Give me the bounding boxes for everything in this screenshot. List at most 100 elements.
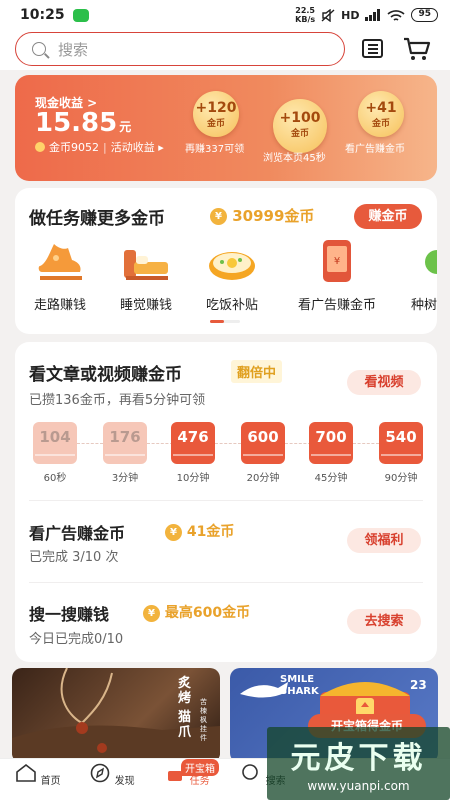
task-item-meal[interactable]: 吃饭补贴	[197, 236, 267, 313]
search-task-coin-value: 最高600金币	[164, 605, 251, 621]
bed-icon	[120, 236, 172, 288]
search-icon	[242, 764, 259, 780]
task-item-sleep[interactable]: 睡觉赚钱	[111, 236, 181, 313]
watermark-text: 元皮下载	[290, 741, 427, 776]
coin-total-value: 30999金币	[232, 207, 315, 225]
coin-bubble-2[interactable]: +100 金币	[273, 99, 327, 153]
nav-label: 发现	[114, 776, 135, 787]
promo-banner-left[interactable]: 炙烤 猫爪 苦楝枫挂件	[12, 668, 220, 763]
step-connector	[77, 443, 103, 444]
task-item-label: 走路赚钱	[33, 298, 86, 313]
svg-text:¥: ¥	[334, 256, 340, 267]
network-type-label: HD	[341, 8, 360, 22]
banner-left-side-text: 苦楝枫挂件	[200, 698, 207, 742]
double-badge: 翻倍中	[231, 360, 283, 383]
status-indicators: 22.5 KB/s HD 95	[295, 6, 438, 24]
bubble-caption-2: 浏览本页45秒	[263, 153, 326, 164]
bubble-unit: 金币	[206, 119, 225, 129]
watermark: 元皮下载 www.yuanpi.com	[267, 727, 450, 800]
activity-earnings-link[interactable]: 活动收益 ▸	[111, 139, 164, 155]
coin-icon	[35, 142, 45, 152]
divider	[29, 500, 423, 501]
step-connector	[353, 443, 379, 444]
reward-step-4[interactable]: 600 20分钟	[241, 422, 285, 484]
search-placeholder: 搜索	[58, 40, 89, 59]
cart-icon[interactable]	[403, 36, 431, 62]
meal-icon	[206, 236, 258, 288]
treasure-badge[interactable]: 开宝箱	[181, 759, 219, 776]
network-speed: 22.5 KB/s	[295, 6, 315, 24]
task-item-ads[interactable]: ¥ 看广告赚金币	[287, 236, 387, 313]
bubble-value: +41	[365, 100, 397, 116]
task-card-title: 做任务赚更多金币	[29, 209, 165, 229]
earn-coins-button[interactable]: 赚金币	[354, 204, 422, 229]
reward-step-box: 476	[171, 422, 215, 464]
article-progress-text: 已攒136金币，再看5分钟可领	[29, 393, 206, 408]
signal-icon	[365, 9, 381, 21]
coin-icon: ¥	[143, 604, 160, 622]
step-connector	[147, 443, 173, 444]
bubble-caption-3: 看广告赚金币	[345, 144, 405, 155]
wifi-icon	[387, 9, 406, 21]
reward-step-1[interactable]: 104 60秒	[33, 422, 77, 484]
reward-step-box: 176	[103, 422, 147, 464]
wechat-notification-icon	[72, 8, 89, 22]
earnings-card[interactable]: 现金收益 > 15.85 元 金币9052 | 活动收益 ▸ +120 金币 再赚…	[15, 75, 437, 181]
task-item-label: 睡觉赚钱	[119, 298, 172, 313]
coin-bubble-1[interactable]: +120 金币	[193, 91, 239, 137]
nav-label: 首页	[40, 776, 61, 787]
reward-step-time: 3分钟	[111, 473, 139, 484]
reward-step-time: 10分钟	[176, 473, 210, 484]
divider: |	[103, 140, 107, 154]
task-item-label: 吃饭补贴	[205, 298, 258, 313]
nav-label: 任务	[189, 776, 210, 787]
go-search-button[interactable]: 去搜索	[347, 609, 421, 634]
tree-icon	[421, 236, 437, 288]
article-card: 看文章或视频赚金币 翻倍中 已攒136金币，再看5分钟可领 看视频 104 60…	[15, 342, 437, 662]
ad-task-coin-value: 41金币	[186, 524, 235, 540]
coin-total: ¥ 30999金币	[210, 205, 314, 226]
status-time: 10:25	[20, 7, 65, 23]
search-input[interactable]: 搜索	[15, 32, 345, 66]
reward-step-time: 90分钟	[384, 473, 418, 484]
claim-bonus-button[interactable]: 领福利	[347, 528, 421, 553]
step-connector	[215, 443, 241, 444]
bubble-value: +120	[195, 100, 237, 116]
task-item-walk[interactable]: 走路赚钱	[25, 236, 95, 313]
bubble-unit: 金币	[290, 129, 309, 139]
divider	[29, 582, 423, 583]
mute-icon	[321, 8, 335, 22]
ad-task-progress: 已完成 3/10 次	[29, 550, 119, 565]
step-connector	[285, 443, 311, 444]
task-item-label: 种树	[411, 298, 437, 313]
task-card: 做任务赚更多金币 ¥ 30999金币 赚金币 走路赚钱 睡觉赚钱 吃饭补贴 ¥ …	[15, 188, 437, 334]
nav-discover[interactable]: 发现	[87, 761, 137, 787]
banner-left-title-2: 猫爪	[178, 710, 192, 740]
search-icon	[32, 42, 46, 56]
network-speed-unit: KB/s	[295, 15, 316, 24]
search-task-progress: 今日已完成0/10	[29, 632, 124, 647]
ad-task-coin: ¥ 41金币	[165, 521, 234, 541]
list-icon[interactable]	[362, 39, 383, 58]
reward-step-box: 700	[309, 422, 353, 464]
bubble-unit: 金币	[371, 119, 390, 129]
cash-earnings-amount: 15.85 元	[35, 108, 131, 138]
reward-step-6[interactable]: 540 90分钟	[379, 422, 423, 484]
task-item-tree[interactable]: 种树	[411, 236, 437, 313]
reward-step-3[interactable]: 476 10分钟	[171, 422, 215, 484]
reward-step-time: 60秒	[43, 473, 67, 484]
reward-step-2[interactable]: 176 3分钟	[103, 422, 147, 484]
reward-step-5[interactable]: 700 45分钟	[309, 422, 353, 484]
coin-icon: ¥	[165, 523, 182, 541]
bubble-caption-1: 再赚337可领	[185, 144, 245, 155]
coin-bubble-3[interactable]: +41 金币	[358, 91, 404, 137]
home-icon	[16, 763, 37, 782]
shoe-icon	[34, 236, 86, 288]
banner-left-title-1: 炙烤	[178, 676, 192, 706]
watch-video-button[interactable]: 看视频	[347, 370, 421, 395]
watermark-url: www.yuanpi.com	[307, 779, 410, 793]
reward-step-box: 540	[379, 422, 423, 464]
ad-task-title: 看广告赚金币	[29, 524, 126, 543]
nav-home[interactable]: 首页	[13, 761, 63, 787]
reward-step-box: 600	[241, 422, 285, 464]
